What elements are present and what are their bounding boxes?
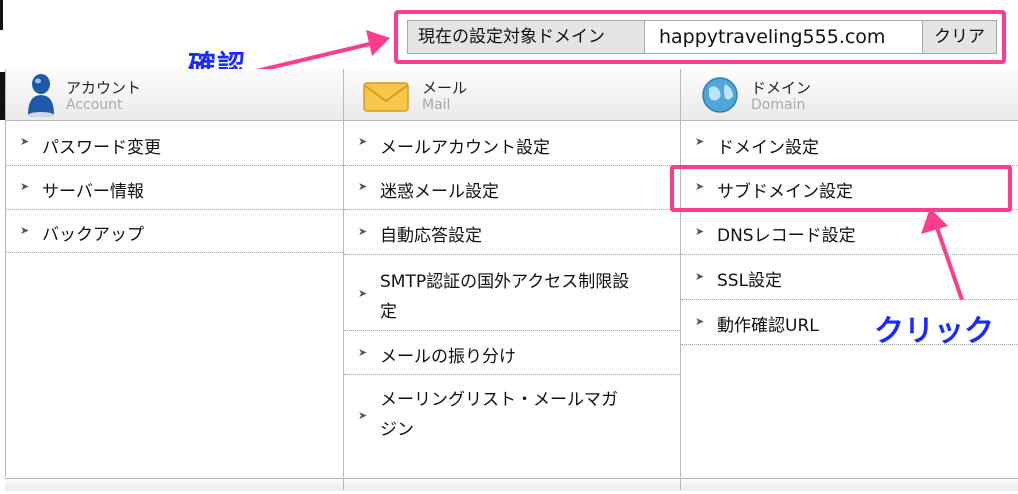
menu-item-label: パスワード変更	[42, 138, 161, 158]
arrow-icon: ➤	[358, 287, 368, 300]
globe-icon	[702, 77, 738, 113]
mail-title: メール	[422, 79, 468, 97]
envelope-icon	[363, 82, 409, 112]
mail-subtitle: Mail	[422, 97, 451, 113]
menu-item-mail-filter[interactable]: ➤ メールの振り分け	[344, 331, 680, 375]
confirm-arrow-line	[251, 40, 379, 74]
arrow-icon: ➤	[358, 225, 368, 238]
menu-item-dns-record[interactable]: ➤ DNSレコード設定	[681, 210, 1018, 255]
menu-item-smtp-restriction[interactable]: ➤ SMTP認証の国外アクセス制限設 定	[344, 255, 680, 331]
arrow-icon: ➤	[20, 224, 30, 237]
menu-item-label-line2: ジン	[380, 420, 414, 440]
current-domain-label: 現在の設定対象ドメイン	[407, 20, 645, 54]
clear-domain-button[interactable]: クリア	[923, 20, 997, 54]
menu-item-label: バックアップ	[42, 225, 144, 245]
menu-item-label: メールの振り分け	[380, 347, 516, 367]
domain-column: ドメイン Domain ➤ ドメイン設定 ➤ サブドメイン設定 ➤ DNSレコー…	[680, 69, 1018, 477]
arrow-icon: ➤	[695, 135, 705, 148]
menu-grid: アカウント Account ➤ パスワード変更 ➤ サーバー情報 ➤ バックアッ…	[5, 69, 1018, 491]
domain-subtitle: Domain	[751, 97, 806, 113]
bottom-divider	[680, 478, 681, 490]
arrow-icon: ➤	[358, 180, 368, 193]
mail-column: メール Mail ➤ メールアカウント設定 ➤ 迷惑メール設定 ➤ 自動応答設定…	[343, 69, 680, 477]
arrow-icon: ➤	[358, 409, 368, 422]
domain-bar-highlight: 現在の設定対象ドメイン happytraveling555.com クリア	[394, 10, 1006, 64]
subdomain-highlight-box	[670, 165, 1012, 212]
next-section-header-row	[5, 478, 1018, 491]
arrow-icon: ➤	[20, 180, 30, 193]
menu-item-mail-account[interactable]: ➤ メールアカウント設定	[344, 121, 680, 166]
annotation-click: クリック	[874, 314, 994, 349]
window-edge	[0, 0, 3, 30]
arrow-icon: ➤	[20, 135, 30, 148]
arrow-icon: ➤	[358, 346, 368, 359]
mail-header: メール Mail	[344, 69, 680, 121]
menu-item-label: ドメイン設定	[717, 138, 819, 158]
arrow-icon: ➤	[695, 315, 705, 328]
menu-item-ssl[interactable]: ➤ SSL設定	[681, 255, 1018, 300]
account-header: アカウント Account	[6, 69, 343, 121]
bottom-divider	[343, 478, 344, 490]
menu-item-label: SSL設定	[717, 271, 783, 291]
menu-item-domain-settings[interactable]: ➤ ドメイン設定	[681, 121, 1018, 166]
menu-item-spam[interactable]: ➤ 迷惑メール設定	[344, 166, 680, 210]
current-domain-bar: 現在の設定対象ドメイン happytraveling555.com クリア	[407, 20, 997, 54]
menu-item-label: サーバー情報	[42, 182, 144, 202]
arrow-icon: ➤	[695, 225, 705, 238]
arrow-icon: ➤	[695, 270, 705, 283]
menu-item-label-line2: 定	[380, 302, 397, 322]
menu-item-label: DNSレコード設定	[717, 226, 856, 246]
account-title: アカウント	[66, 79, 142, 97]
confirm-arrow-head	[366, 30, 390, 56]
user-icon	[28, 74, 54, 117]
menu-item-backup[interactable]: ➤ バックアップ	[6, 210, 343, 253]
arrow-icon: ➤	[358, 135, 368, 148]
menu-item-label: 自動応答設定	[380, 226, 482, 246]
menu-item-mailing-list[interactable]: ➤ メーリングリスト・メールマガ ジン	[344, 375, 680, 449]
menu-item-password-change[interactable]: ➤ パスワード変更	[6, 121, 343, 166]
domain-title: ドメイン	[751, 79, 812, 97]
current-domain-value: happytraveling555.com	[645, 20, 923, 54]
menu-item-label: メールアカウント設定	[380, 138, 550, 158]
account-column: アカウント Account ➤ パスワード変更 ➤ サーバー情報 ➤ バックアッ…	[5, 69, 343, 477]
menu-item-server-info[interactable]: ➤ サーバー情報	[6, 166, 343, 210]
account-subtitle: Account	[66, 97, 123, 113]
menu-item-label-line1: メーリングリスト・メールマガ	[380, 390, 618, 410]
menu-item-label: 動作確認URL	[717, 316, 819, 336]
menu-item-label-line1: SMTP認証の国外アクセス制限設	[380, 272, 630, 292]
domain-header: ドメイン Domain	[681, 69, 1018, 121]
menu-item-label: 迷惑メール設定	[380, 182, 499, 202]
menu-item-autoreply[interactable]: ➤ 自動応答設定	[344, 210, 680, 255]
